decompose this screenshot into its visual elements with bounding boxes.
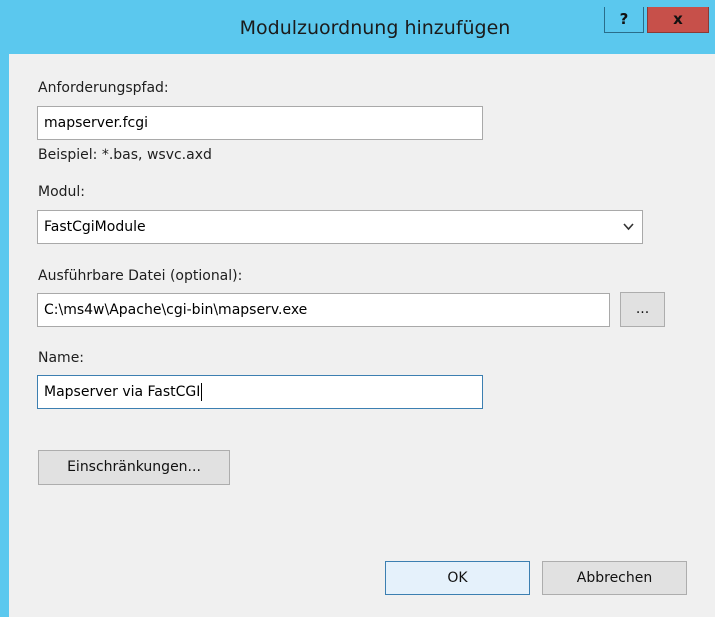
request-path-input[interactable]: mapserver.fcgi: [37, 106, 483, 140]
module-label: Modul:: [38, 184, 86, 200]
title-bar[interactable]: Modulzuordnung hinzufügen ? x: [0, 0, 715, 54]
request-path-example: Beispiel: *.bas, wsvc.axd: [38, 147, 212, 163]
name-label: Name:: [38, 350, 85, 366]
dialog-body: Anforderungspfad: mapserver.fcgi Beispie…: [9, 54, 715, 617]
help-button[interactable]: ?: [604, 7, 644, 33]
name-value: Mapserver via FastCGI: [44, 384, 201, 400]
request-path-label: Anforderungspfad:: [38, 80, 169, 96]
text-caret: [201, 383, 203, 401]
module-selected-value: FastCgiModule: [44, 219, 146, 235]
ok-button[interactable]: OK: [385, 561, 530, 595]
close-button[interactable]: x: [647, 7, 709, 33]
dialog-window: Modulzuordnung hinzufügen ? x Anforderun…: [0, 0, 715, 617]
dialog-title: Modulzuordnung hinzufügen: [239, 17, 511, 39]
cancel-button[interactable]: Abbrechen: [542, 561, 687, 595]
restrictions-button[interactable]: Einschränkungen...: [38, 450, 230, 485]
chevron-down-icon[interactable]: [623, 211, 634, 255]
request-path-value: mapserver.fcgi: [44, 115, 148, 131]
browse-button[interactable]: ...: [620, 292, 665, 327]
module-select[interactable]: FastCgiModule: [37, 210, 643, 244]
name-input[interactable]: Mapserver via FastCGI: [37, 375, 483, 409]
executable-value: C:\ms4w\Apache\cgi-bin\mapserv.exe: [44, 302, 308, 318]
executable-label: Ausführbare Datei (optional):: [38, 268, 243, 284]
executable-input[interactable]: C:\ms4w\Apache\cgi-bin\mapserv.exe: [37, 293, 610, 327]
